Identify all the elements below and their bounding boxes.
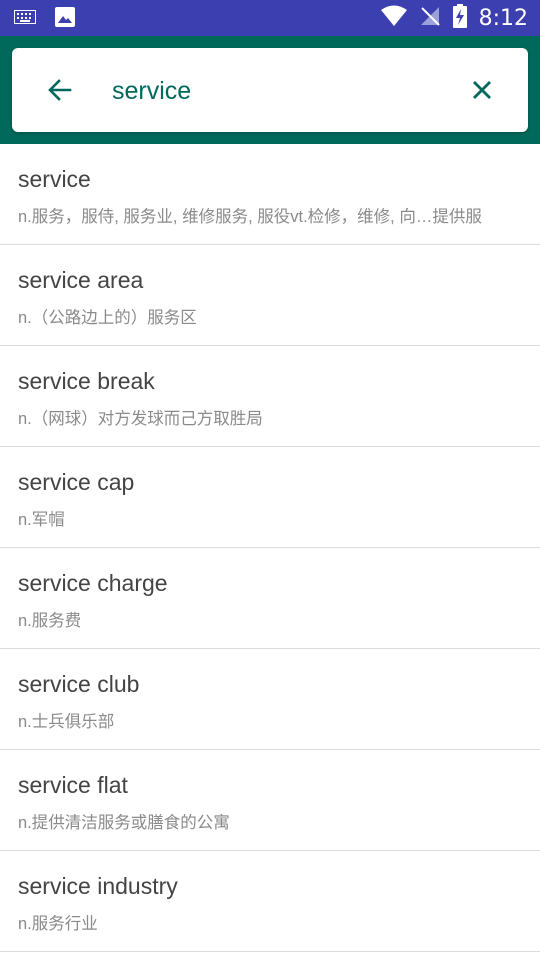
result-definition: n.服务费 [18, 612, 82, 630]
list-item[interactable]: service charge n.服务费 [0, 548, 540, 649]
arrow-left-icon [48, 79, 72, 101]
close-icon [473, 81, 491, 99]
result-definition: n.（网球）对方发球而己方取胜局 [18, 410, 263, 428]
clear-button[interactable] [466, 74, 498, 106]
result-definition: n.服务，服侍, 服务业, 维修服务, 服役vt.检修，维修, 向…提供服 [18, 208, 482, 226]
list-item[interactable]: service break n.（网球）对方发球而己方取胜局 [0, 346, 540, 447]
list-item[interactable]: service cap n.军帽 [0, 447, 540, 548]
keyboard-icon [14, 10, 36, 29]
status-time: 8:12 [478, 6, 528, 31]
battery-charging-icon [452, 4, 467, 33]
no-signal-icon [419, 5, 441, 32]
result-definition: n.军帽 [18, 511, 65, 529]
search-card [12, 48, 528, 132]
result-word: service area [18, 267, 144, 293]
result-word: service club [18, 671, 140, 697]
result-word: service flat [18, 772, 128, 798]
result-word: service industry [18, 873, 178, 899]
result-definition: n.（公路边上的）服务区 [18, 309, 197, 327]
wifi-icon [380, 5, 407, 32]
search-input[interactable] [110, 68, 444, 114]
result-word: service [18, 166, 91, 192]
result-word: service cap [18, 469, 135, 495]
status-bar: 8:12 [0, 0, 540, 36]
result-definition: n.士兵俱乐部 [18, 713, 115, 731]
list-item[interactable]: service industry n.服务行业 [0, 851, 540, 952]
back-button[interactable] [44, 74, 76, 106]
result-word: service charge [18, 570, 168, 596]
result-definition: n.提供清洁服务或膳食的公寓 [18, 814, 230, 832]
result-definition: n.服务行业 [18, 915, 98, 933]
results-list: service n.服务，服侍, 服务业, 维修服务, 服役vt.检修，维修, … [0, 144, 540, 952]
list-item[interactable]: service n.服务，服侍, 服务业, 维修服务, 服役vt.检修，维修, … [0, 144, 540, 245]
app-bar [0, 36, 540, 144]
result-word: service break [18, 368, 155, 394]
list-item[interactable]: service club n.士兵俱乐部 [0, 649, 540, 750]
list-item[interactable]: service area n.（公路边上的）服务区 [0, 245, 540, 346]
list-item[interactable]: service flat n.提供清洁服务或膳食的公寓 [0, 750, 540, 851]
image-icon [54, 6, 76, 33]
